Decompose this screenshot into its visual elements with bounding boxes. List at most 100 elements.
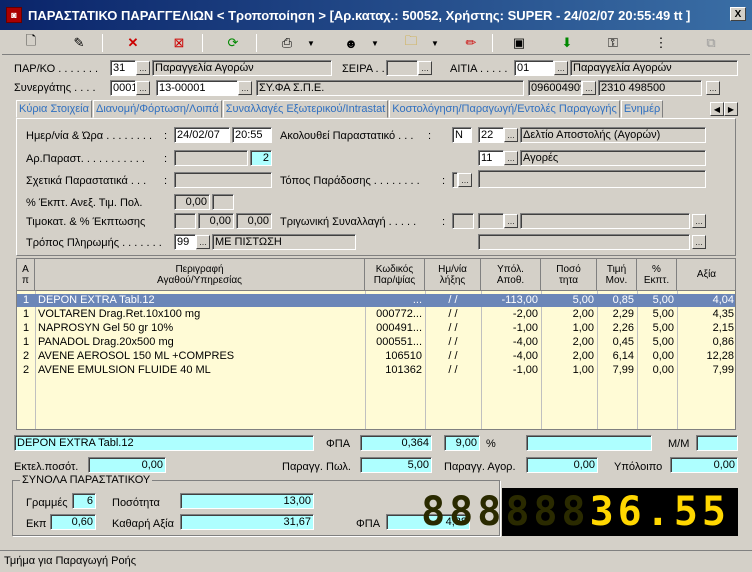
cell-desc[interactable]: NAPROSYN Gel 50 gr 10% bbox=[35, 322, 365, 335]
par-lookup-button[interactable]: … bbox=[136, 61, 150, 75]
folder-dropdown-icon[interactable]: ▼ bbox=[428, 33, 442, 53]
cell-qty[interactable]: 2,00 bbox=[541, 350, 597, 363]
cell-desc[interactable]: PANADOL Drag.20x500 mg bbox=[35, 336, 365, 349]
tab-main[interactable]: Κύρια Στοιχεία bbox=[16, 100, 92, 118]
cell-value[interactable]: 12,28 bbox=[677, 350, 735, 363]
cell-date[interactable]: / / bbox=[425, 364, 481, 377]
cell-stock[interactable]: -2,00 bbox=[481, 308, 541, 321]
par-code-field[interactable]: 31 bbox=[110, 60, 136, 76]
follows2-lookup-button[interactable]: … bbox=[504, 151, 518, 165]
cell-disc[interactable]: 5,00 bbox=[637, 322, 677, 335]
disc-field[interactable]: 0,00 bbox=[174, 194, 210, 210]
cell-desc[interactable]: DEPON EXTRA Tabl.12 bbox=[35, 294, 365, 307]
cell-disc[interactable]: 5,00 bbox=[637, 308, 677, 321]
tab-scroll-left-icon[interactable]: ◀ bbox=[710, 102, 724, 116]
cell-date[interactable]: / / bbox=[425, 336, 481, 349]
cell-disc[interactable]: 5,00 bbox=[637, 294, 677, 307]
cell-value[interactable]: 4,35 bbox=[677, 308, 735, 321]
folder-icon[interactable]: 🗀 bbox=[398, 33, 424, 53]
arpar-prefix-field[interactable] bbox=[174, 150, 248, 166]
cell-a[interactable]: 1 bbox=[17, 322, 35, 335]
cell-qty[interactable]: 1,00 bbox=[541, 322, 597, 335]
synerg-lookup1-button[interactable]: … bbox=[136, 81, 150, 95]
phone-lookup-button[interactable]: … bbox=[706, 81, 720, 95]
split-icon[interactable]: ⋮ bbox=[648, 33, 674, 53]
aitia-lookup-button[interactable]: … bbox=[554, 61, 568, 75]
table-row[interactable]: 1 DEPON EXTRA Tabl.12... / / -113,00 5,00 0,8… bbox=[17, 294, 735, 307]
cell-value[interactable]: 2,15 bbox=[677, 322, 735, 335]
lock-icon[interactable]: ⚿ bbox=[600, 33, 626, 53]
date-field[interactable]: 24/02/07 bbox=[174, 127, 230, 143]
cell-a[interactable]: 2 bbox=[17, 364, 35, 377]
tab-distribution[interactable]: Διανομή/Φόρτωση/Λοιπά bbox=[92, 100, 222, 118]
aitia-code-field[interactable]: 01 bbox=[514, 60, 554, 76]
tab-scroll-right-icon[interactable]: ▶ bbox=[724, 102, 738, 116]
cell-date[interactable]: / / bbox=[425, 350, 481, 363]
cell-qty[interactable]: 1,00 bbox=[541, 364, 597, 377]
print-icon[interactable]: ⎙ bbox=[274, 33, 300, 53]
follows-lookup-button[interactable]: … bbox=[504, 128, 518, 142]
pencil-icon[interactable]: ✏ bbox=[458, 33, 484, 53]
table-row[interactable]: 2 AVENE EMULSION FLUIDE 40 ML 101362/ / -1,… bbox=[17, 364, 735, 377]
col-header-stock[interactable]: Υπόλ. Αποθ. bbox=[481, 259, 541, 291]
table-row[interactable]: 1 VOLTAREN Drag.Ret.10x100 mg 000772... / /… bbox=[17, 308, 735, 321]
refresh-icon[interactable]: ⟳ bbox=[220, 33, 246, 53]
cell-desc[interactable]: AVENE EMULSION FLUIDE 40 ML bbox=[35, 364, 365, 377]
cell-stock[interactable]: -1,00 bbox=[481, 322, 541, 335]
col-header-value[interactable]: Αξία bbox=[677, 259, 735, 291]
cell-desc[interactable]: VOLTAREN Drag.Ret.10x100 mg bbox=[35, 308, 365, 321]
cell-desc[interactable]: AVENE AEROSOL 150 ML +COMPRES bbox=[35, 350, 365, 363]
tab-costing[interactable]: Κοστολόγηση/Παραγωγή/Εντολές Παραγωγής bbox=[389, 100, 620, 118]
time-field[interactable]: 20:55 bbox=[232, 127, 272, 143]
col-header-date[interactable]: Ημ/νία λήξης bbox=[425, 259, 481, 291]
follows-code-field[interactable]: 22 bbox=[478, 127, 504, 143]
cell-stock[interactable]: -4,00 bbox=[481, 350, 541, 363]
synerg-code1-field[interactable]: 0001 bbox=[110, 80, 136, 96]
price-code-field[interactable] bbox=[174, 213, 196, 229]
synerg-lookup2-button[interactable]: … bbox=[238, 81, 252, 95]
arpar-number-field[interactable]: 2 bbox=[250, 150, 272, 166]
user-icon[interactable]: ☻ bbox=[338, 33, 364, 53]
cancel-icon[interactable]: ⊠ bbox=[166, 33, 192, 53]
cell-date[interactable]: / / bbox=[425, 322, 481, 335]
print-dropdown-icon[interactable]: ▼ bbox=[304, 33, 318, 53]
table-row[interactable]: 2 AVENE AEROSOL 150 ML +COMPRES 106510/ / -… bbox=[17, 350, 735, 363]
cell-a[interactable]: 1 bbox=[17, 294, 35, 307]
cell-a[interactable]: 1 bbox=[17, 308, 35, 321]
cell-code[interactable]: 101362 bbox=[365, 364, 425, 377]
close-button[interactable]: X bbox=[730, 7, 746, 21]
cell-price[interactable]: 2,26 bbox=[597, 322, 637, 335]
cell-qty[interactable]: 2,00 bbox=[541, 308, 597, 321]
col-header-code[interactable]: Κωδικός Παρ/ψίας bbox=[365, 259, 425, 291]
follows-flag-field[interactable]: N bbox=[452, 127, 472, 143]
cell-stock[interactable]: -113,00 bbox=[481, 294, 541, 307]
cell-value[interactable]: 7,99 bbox=[677, 364, 735, 377]
cell-date[interactable]: / / bbox=[425, 294, 481, 307]
payment-lookup-button[interactable]: … bbox=[196, 235, 210, 249]
cell-stock[interactable]: -1,00 bbox=[481, 364, 541, 377]
payment-extra-button[interactable]: … bbox=[692, 235, 706, 249]
cell-disc[interactable]: 0,00 bbox=[637, 350, 677, 363]
col-header-price[interactable]: Τιμή Μον. bbox=[597, 259, 637, 291]
price-v2-field[interactable]: 0,00 bbox=[236, 213, 272, 229]
cell-code[interactable]: 000772... bbox=[365, 308, 425, 321]
col-header-qty[interactable]: Ποσό τητα bbox=[541, 259, 597, 291]
edit-icon[interactable]: ✎ bbox=[66, 33, 92, 53]
price-v1-field[interactable]: 0,00 bbox=[198, 213, 234, 229]
col-header-disc[interactable]: % Εκπτ. bbox=[637, 259, 677, 291]
cell-price[interactable]: 7,99 bbox=[597, 364, 637, 377]
seira-lookup-button[interactable]: … bbox=[418, 61, 432, 75]
cell-value[interactable]: 4,04 bbox=[677, 294, 735, 307]
col-header-a[interactable]: Α π bbox=[17, 259, 35, 291]
user-dropdown-icon[interactable]: ▼ bbox=[368, 33, 382, 53]
triangular-extra-button[interactable]: … bbox=[692, 214, 706, 228]
cell-value[interactable]: 0,86 bbox=[677, 336, 735, 349]
disc-extra-field[interactable] bbox=[212, 194, 234, 210]
items-grid[interactable]: Α π Περιγραφή Αγαθού/Υπηρεσίας Κωδικός Π… bbox=[16, 258, 736, 430]
export-icon[interactable]: ⬇ bbox=[554, 33, 580, 53]
table-row[interactable]: 1 PANADOL Drag.20x500 mg 000551... / / -4,00… bbox=[17, 336, 735, 349]
tab-foreign[interactable]: Συναλλαγές Εξωτερικού/Intrastat bbox=[222, 100, 389, 118]
cell-price[interactable]: 6,14 bbox=[597, 350, 637, 363]
cell-code[interactable]: 106510 bbox=[365, 350, 425, 363]
cell-a[interactable]: 2 bbox=[17, 350, 35, 363]
